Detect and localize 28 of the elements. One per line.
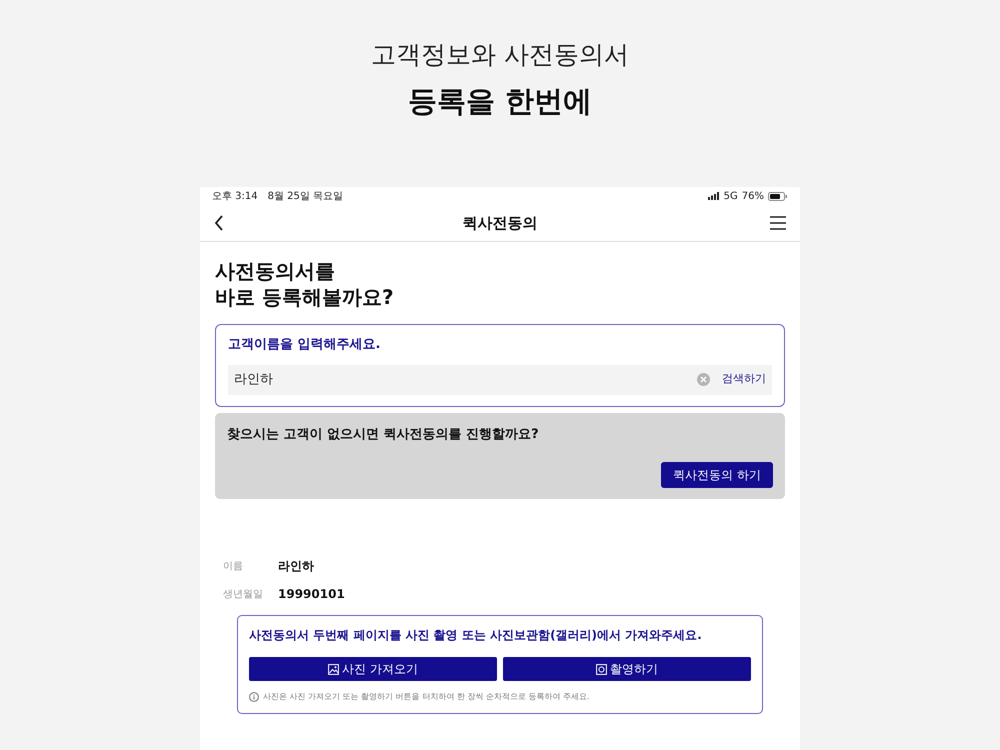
field-label: 생년월일: [223, 588, 264, 602]
status-date: 8월 25일 목요일: [268, 190, 344, 204]
headline-text: 고객정보와 사전동의서: [371, 39, 629, 71]
image-icon: [328, 664, 340, 674]
battery-label: 76%: [742, 190, 764, 204]
status-time: 오후 3:14: [212, 190, 258, 204]
battery-icon: [768, 192, 788, 200]
page-heading: 사전동의서를 바로 등록해볼까요?: [215, 258, 395, 310]
menu-icon[interactable]: [770, 216, 786, 230]
search-field[interactable]: 라인하 검색하기: [228, 364, 772, 394]
upload-instruction: 사전동의서 두번째 페이지를 사진 촬영 또는 사진보관함(갤러리)에서 가져와주세요.: [249, 627, 703, 644]
nav-title: 퀵사전동의: [462, 212, 538, 234]
signal-icon: [708, 192, 720, 200]
upload-note: 사진은 사진 가져오기 또는 촬영하기 버튼을 터치하여 한 장씩 순차적으로 등록하여 주세요.: [263, 691, 590, 703]
network-label: 5G: [724, 190, 738, 204]
quick-message: 찾으시는 고객이 없으시면 퀵사전동의를 진행할까요?: [227, 426, 540, 444]
field-label: 고객이름을 입력해주세요.: [228, 336, 382, 354]
quick-consent-button[interactable]: 퀵사전동의 하기: [661, 462, 773, 488]
field-value: 라인하: [278, 558, 314, 575]
camera-button[interactable]: 촬영하기: [503, 657, 751, 681]
gallery-button[interactable]: 사진 가져오기: [249, 657, 497, 681]
info-icon: [249, 692, 259, 702]
camera-icon: [596, 664, 607, 674]
search-button[interactable]: 검색하기: [722, 371, 766, 388]
field-value: 19990101: [278, 586, 345, 603]
headline-text: 등록을 한번에: [408, 82, 592, 120]
field-label: 이름: [223, 560, 244, 574]
back-icon[interactable]: [214, 215, 224, 231]
